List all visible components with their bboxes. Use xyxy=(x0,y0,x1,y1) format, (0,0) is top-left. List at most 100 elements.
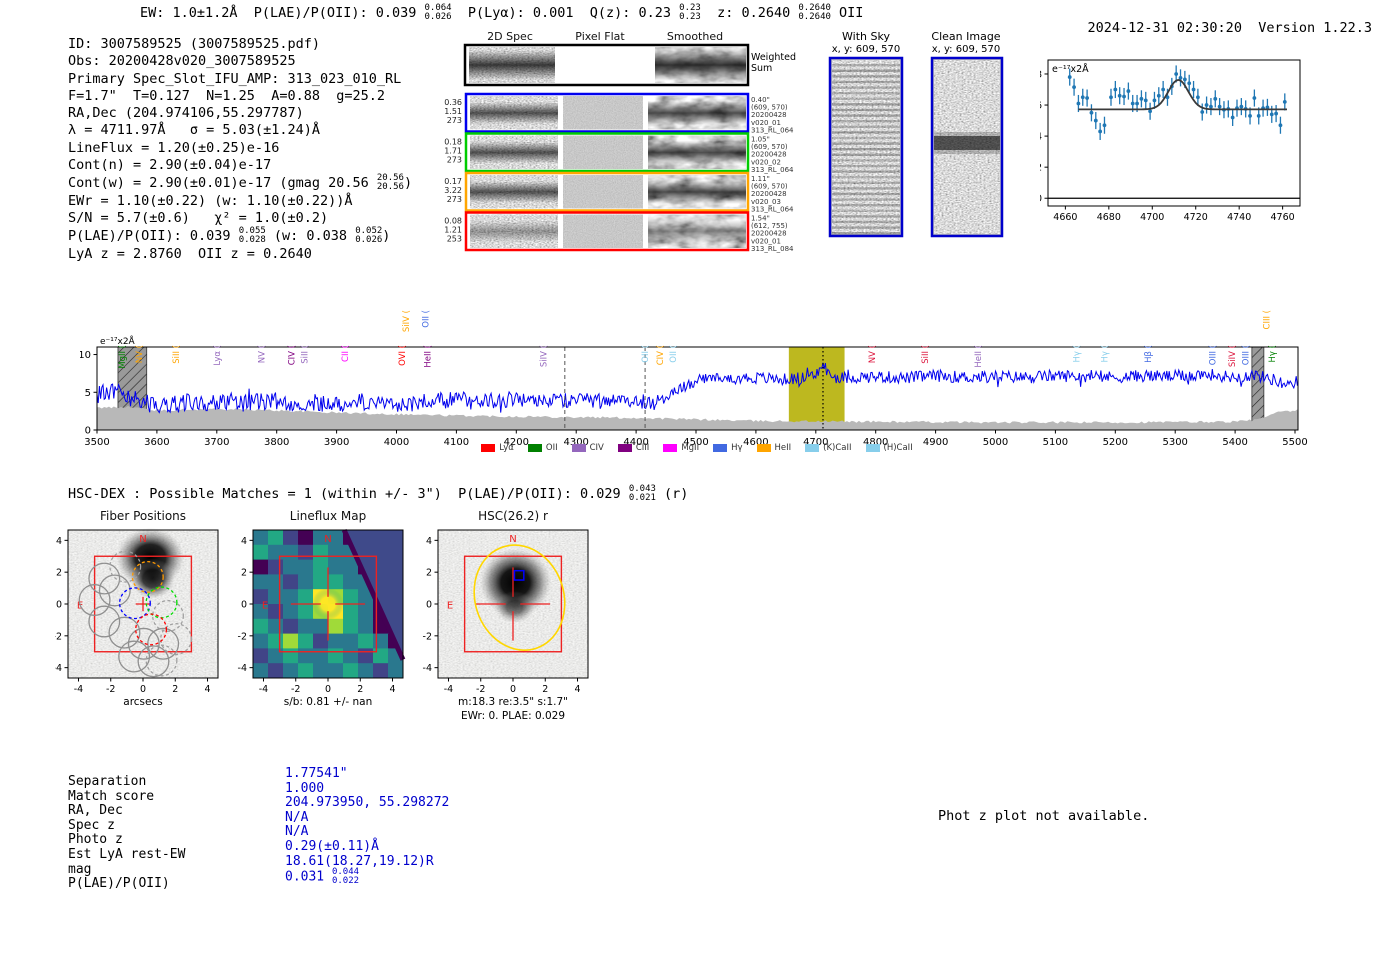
emission-line-label: NV ( xyxy=(135,345,145,363)
match-row-label: P(LAE)/P(OII) xyxy=(68,876,170,892)
tick-label: 2 xyxy=(56,568,62,579)
legend-label: Hγ xyxy=(731,443,743,453)
legend-item: Lyα xyxy=(481,443,514,453)
row-right-meta: 313_RL_084 xyxy=(751,245,794,253)
detection-highlight-band xyxy=(788,347,845,430)
photz-notice: Phot z plot not available. xyxy=(938,808,1150,824)
heatmap-cell xyxy=(268,633,284,649)
emission-line-label: Hγ ( xyxy=(1268,345,1278,362)
data-point xyxy=(1085,96,1090,100)
heatmap-cell xyxy=(373,648,389,664)
cutout-title: Fiber Positions xyxy=(100,509,186,523)
heatmap-cell xyxy=(268,574,284,590)
row-right-meta: 313_RL_064 xyxy=(751,166,794,174)
info-line: F=1.7" T=0.127 N=1.25 A=0.88 g=25.2 xyxy=(68,87,385,104)
heatmap-cell xyxy=(283,574,299,590)
row-left-stat: 3.22 xyxy=(444,186,462,195)
data-point xyxy=(1178,75,1183,80)
heatmap-cell xyxy=(388,663,404,679)
tick-label: 2 xyxy=(241,568,247,579)
spectrum-legend: Lyα OII CIV CIII MgII Hγ HeII (K)CaII (H)CaII xyxy=(97,443,1297,453)
tick-label: -2 xyxy=(106,684,115,695)
row-left-stat: 1.21 xyxy=(444,226,462,235)
cutout-xlabel2: EWr: 0. PLAE: 0.029 xyxy=(461,710,565,722)
heatmap-cell xyxy=(328,648,344,664)
heatmap-cell xyxy=(328,544,344,561)
match-row-value: 18.61(18.27,19.12)R xyxy=(285,853,434,869)
data-point xyxy=(1209,104,1213,109)
tick-label: 2 xyxy=(357,684,363,695)
heatmap-cell xyxy=(313,663,329,679)
data-point xyxy=(1113,87,1118,92)
data-point xyxy=(1135,101,1139,106)
heatmap-cell xyxy=(328,559,344,575)
data-point xyxy=(1282,100,1287,104)
emission-line-label: Hγ ( xyxy=(1072,345,1082,362)
north-label: N xyxy=(509,534,516,545)
tick-label: -4 xyxy=(238,663,247,674)
row-left-stat: 0.17 xyxy=(444,177,462,186)
heatmap-cell xyxy=(283,618,299,635)
heatmap-cell xyxy=(358,648,374,664)
info-line: EWr = 1.10(±0.22) (w: 1.10(±0.22))Å xyxy=(68,192,353,209)
legend-item: (K)CaII xyxy=(805,443,852,453)
tick-label: -4 xyxy=(259,684,268,695)
row-right-meta: 313_RL_064 xyxy=(751,205,794,213)
row-left-stat: 1.51 xyxy=(444,107,462,116)
weighted-sum-label: Weighted xyxy=(751,52,796,63)
heatmap-cell xyxy=(313,618,329,635)
heatmap-cell xyxy=(283,663,299,679)
legend-swatch xyxy=(617,444,632,452)
match-row-label: Est LyA rest-EW xyxy=(68,847,186,862)
heatmap-cell xyxy=(328,618,344,635)
emission-line-label: OVI ( xyxy=(398,345,408,366)
data-point xyxy=(1182,77,1187,82)
cutout-xlabel: arcsecs xyxy=(123,696,162,708)
info-line: Primary Spec_Slot_IFU_AMP: 313_023_010_R… xyxy=(68,70,402,87)
data-point xyxy=(1217,104,1222,109)
match-row-value: 1.77541" xyxy=(285,766,348,781)
tick-label: 10 xyxy=(80,350,91,361)
emission-line-label: Hβ ( xyxy=(1144,345,1154,363)
tick-label: 0 xyxy=(426,600,432,611)
heatmap-cell xyxy=(283,544,299,561)
heatmap-cell xyxy=(343,663,359,679)
heatmap-cell xyxy=(298,530,314,546)
header-datetime: 2024-12-31 02:30:20 Version 1.22.3 xyxy=(1055,4,1373,52)
emission-line-label: CIV ( xyxy=(288,345,298,365)
spec2d-panel: 2D Spec Pixel Flat Smoothed WeightedSum 0.36… xyxy=(444,30,796,253)
match-row-label: Spec z xyxy=(68,817,115,833)
data-point xyxy=(1109,95,1113,100)
emission-line-label: CII ( xyxy=(341,345,351,362)
tick-label: 4 xyxy=(426,536,432,547)
heatmap-cell xyxy=(373,633,389,649)
data-point xyxy=(1248,114,1252,118)
data-point xyxy=(1195,95,1200,100)
heatmap-cell xyxy=(298,604,314,620)
east-label: E xyxy=(262,601,268,612)
info-line: Obs: 20200428v020_3007589525 xyxy=(68,53,296,70)
heatmap-cell xyxy=(373,663,389,679)
info-line: RA,Dec (204.974106,55.297787) xyxy=(68,105,304,122)
heatmap-cell xyxy=(283,589,299,605)
tick-label: 4720 xyxy=(1184,212,1208,223)
data-point xyxy=(1076,101,1081,106)
data-point xyxy=(1230,115,1235,120)
heatmap-cell xyxy=(313,648,329,664)
heatmap-cell xyxy=(358,633,374,649)
heatmap-cell xyxy=(253,648,269,664)
heatmap-cell xyxy=(358,663,374,679)
tick-label: 2 xyxy=(426,568,432,579)
heatmap-cell xyxy=(253,663,269,679)
legend-swatch xyxy=(571,444,586,452)
data-point xyxy=(1089,110,1094,115)
heatmap-cell xyxy=(268,589,284,605)
row-right-meta: 313_RL_064 xyxy=(751,126,794,134)
data-point xyxy=(1072,85,1076,90)
heatmap-cell xyxy=(253,530,269,546)
tick-label: 4 xyxy=(56,536,62,547)
emission-line-label: SiII ( xyxy=(300,345,310,364)
heatmap-cell xyxy=(283,604,299,620)
tick-label: -4 xyxy=(444,684,453,695)
heatmap-cell xyxy=(268,559,284,575)
